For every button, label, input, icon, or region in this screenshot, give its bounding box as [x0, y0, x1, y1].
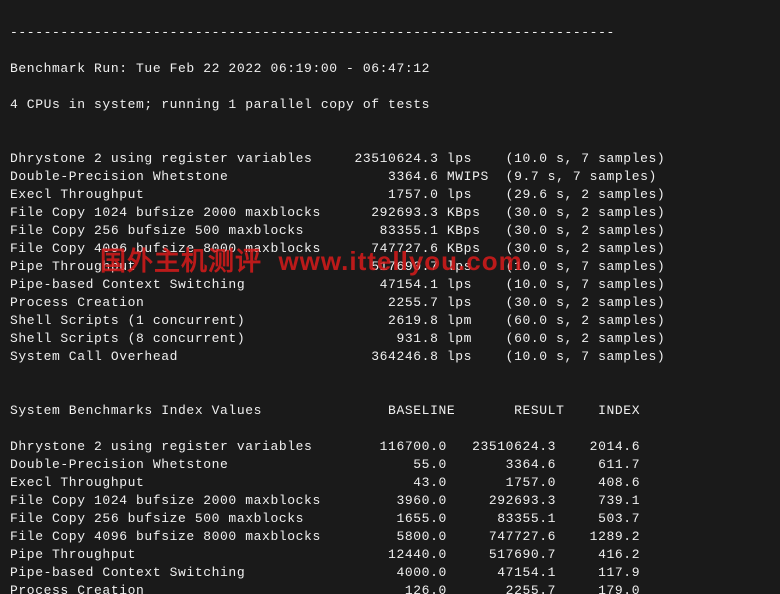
index-row: File Copy 4096 bufsize 8000 maxblocks 58…	[10, 528, 770, 546]
result-row: Process Creation 2255.7 lps (30.0 s, 2 s…	[10, 294, 770, 312]
index-header: System Benchmarks Index Values BASELINE …	[10, 402, 770, 420]
cpu-info-line: 4 CPUs in system; running 1 parallel cop…	[10, 96, 770, 114]
index-row: Execl Throughput 43.0 1757.0 408.6	[10, 474, 770, 492]
result-row: Dhrystone 2 using register variables 235…	[10, 150, 770, 168]
results-block: Dhrystone 2 using register variables 235…	[10, 150, 770, 366]
divider-top: ----------------------------------------…	[10, 24, 770, 42]
result-row: Shell Scripts (8 concurrent) 931.8 lpm (…	[10, 330, 770, 348]
index-row: Pipe Throughput 12440.0 517690.7 416.2	[10, 546, 770, 564]
result-row: Pipe Throughput 517690.7 lps (10.0 s, 7 …	[10, 258, 770, 276]
result-row: Execl Throughput 1757.0 lps (29.6 s, 2 s…	[10, 186, 770, 204]
result-row: Double-Precision Whetstone 3364.6 MWIPS …	[10, 168, 770, 186]
index-row: Double-Precision Whetstone 55.0 3364.6 6…	[10, 456, 770, 474]
index-row: Pipe-based Context Switching 4000.0 4715…	[10, 564, 770, 582]
benchmark-run-line: Benchmark Run: Tue Feb 22 2022 06:19:00 …	[10, 60, 770, 78]
result-row: File Copy 1024 bufsize 2000 maxblocks 29…	[10, 204, 770, 222]
index-row: File Copy 1024 bufsize 2000 maxblocks 39…	[10, 492, 770, 510]
index-row: Dhrystone 2 using register variables 116…	[10, 438, 770, 456]
result-row: File Copy 4096 bufsize 8000 maxblocks 74…	[10, 240, 770, 258]
index-row: File Copy 256 bufsize 500 maxblocks 1655…	[10, 510, 770, 528]
result-row: File Copy 256 bufsize 500 maxblocks 8335…	[10, 222, 770, 240]
index-block: Dhrystone 2 using register variables 116…	[10, 438, 770, 594]
terminal-output: ----------------------------------------…	[0, 0, 780, 594]
result-row: Pipe-based Context Switching 47154.1 lps…	[10, 276, 770, 294]
result-row: System Call Overhead 364246.8 lps (10.0 …	[10, 348, 770, 366]
index-row: Process Creation 126.0 2255.7 179.0	[10, 582, 770, 594]
result-row: Shell Scripts (1 concurrent) 2619.8 lpm …	[10, 312, 770, 330]
